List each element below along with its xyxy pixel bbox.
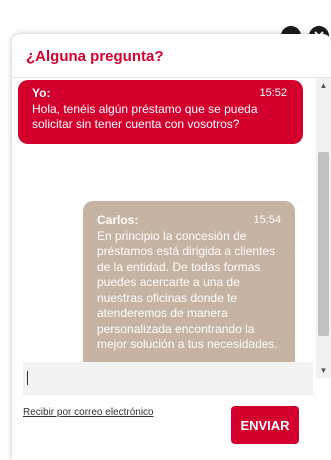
agent-message: Carlos: 15:54 En principio la concesión … — [83, 201, 295, 378]
scroll-up-icon[interactable]: ▲ — [316, 78, 331, 93]
message-list: Yo: 15:52 Hola, tenéis algún préstamo qu… — [12, 78, 316, 378]
scroll-thumb[interactable] — [318, 152, 329, 336]
chat-title: ¿Alguna pregunta? — [26, 48, 164, 65]
user-message: Yo: 15:52 Hola, tenéis algún préstamo qu… — [18, 80, 303, 144]
email-transcript-link[interactable]: Recibir por correo electrónico — [23, 407, 154, 418]
scroll-down-icon[interactable]: ▼ — [316, 363, 331, 378]
message-text: En principio la concesión de préstamos e… — [97, 228, 278, 352]
send-button[interactable]: ENVIAR — [231, 406, 299, 444]
text-caret — [27, 371, 28, 385]
message-input[interactable] — [23, 362, 313, 396]
message-time: 15:52 — [259, 87, 287, 99]
message-scrollbar[interactable]: ▲ ▼ — [316, 78, 331, 378]
message-time: 15:54 — [253, 214, 281, 226]
message-sender: Yo: — [32, 86, 51, 100]
message-text: Hola, tenéis algún préstamo que se pueda… — [32, 101, 258, 132]
chat-panel: ¿Alguna pregunta? Yo: 15:52 Hola, tenéis… — [12, 34, 331, 460]
